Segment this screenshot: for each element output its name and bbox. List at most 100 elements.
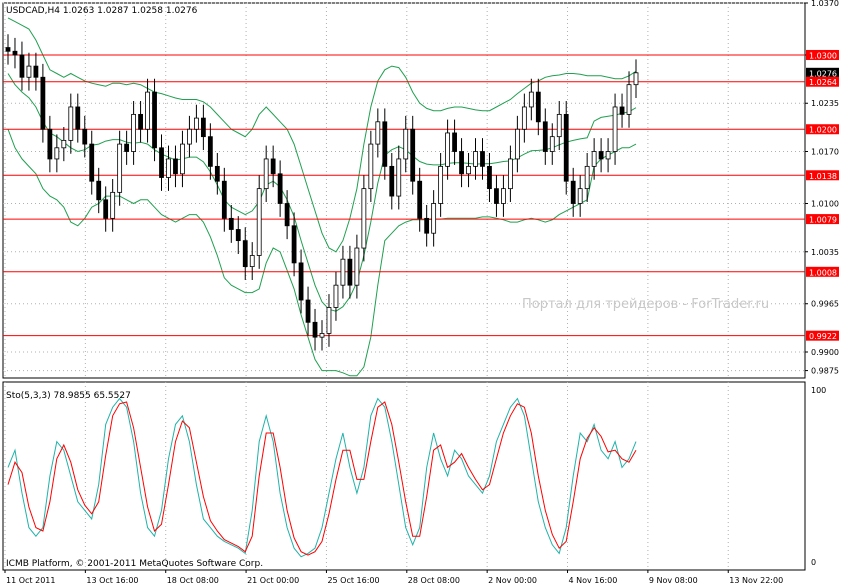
copyright: ICMB Platform, © 2001-2011 MetaQuotes So…	[6, 559, 263, 569]
candle-body	[235, 229, 241, 242]
candle-body	[577, 188, 583, 204]
candle-body	[138, 113, 143, 130]
candle-body	[249, 255, 255, 268]
price-tick-label: 1.0370	[811, 0, 839, 8]
candle-body	[535, 91, 541, 123]
candle-body	[180, 143, 185, 175]
candle-body	[131, 113, 137, 152]
candle-body	[452, 132, 457, 152]
price-tick-label: 0.9900	[811, 348, 839, 357]
stochastic-panel-frame	[2, 381, 806, 571]
candle-body	[487, 165, 492, 190]
candle-body	[187, 128, 192, 145]
time-tick-label: 9 Nov 08:00	[649, 576, 698, 585]
candle-body	[361, 188, 367, 249]
candle-body	[417, 180, 423, 219]
price-tick-label: 0.9875	[811, 367, 839, 376]
candle-body	[207, 136, 213, 167]
candle-body	[466, 165, 471, 175]
candle-body	[494, 188, 499, 204]
candle-body	[54, 147, 60, 160]
candle-body	[103, 199, 109, 219]
level-label: 0.9922	[809, 332, 837, 341]
candle-body	[333, 284, 339, 308]
stochastic-axis: 100 0	[811, 386, 826, 567]
candle-body	[256, 188, 262, 256]
candle-body	[298, 262, 304, 301]
candle-body	[473, 151, 478, 167]
candle-body	[403, 128, 409, 160]
price-panel-header: USDCAD,H4 1.0263 1.0287 1.0258 1.0276	[6, 6, 198, 16]
candle-body	[214, 165, 220, 182]
price-panel-frame	[2, 2, 806, 379]
candle-body	[5, 47, 11, 52]
candle-body	[542, 121, 548, 152]
candle-body	[291, 225, 297, 264]
candle-body	[340, 258, 346, 286]
candle-body	[375, 121, 381, 145]
candle-body	[145, 91, 150, 130]
candle-body	[173, 158, 178, 175]
candle-body	[263, 158, 269, 190]
candle-body	[605, 151, 611, 160]
candle-body	[312, 321, 318, 338]
candle-body	[33, 65, 39, 78]
candle-body	[326, 307, 332, 334]
candle-body	[354, 247, 360, 286]
candle-body	[626, 84, 632, 115]
level-labels: 1.0300 1.0264 1.0200 1.0138 1.0079 1.0008 0.99…	[806, 49, 839, 341]
time-tick-label: 13 Nov 22:00	[729, 576, 783, 585]
level-label: 1.0008	[809, 268, 837, 277]
time-tick-label: 4 Nov 16:00	[569, 576, 618, 585]
candle-body	[528, 91, 534, 108]
level-label: 1.0300	[809, 51, 837, 60]
candle-body	[124, 143, 130, 152]
candle-body	[480, 151, 485, 167]
watermark: Портал для трейдеров - ForTrader.ru	[522, 297, 769, 312]
candle-body	[221, 180, 227, 219]
candle-body	[82, 128, 88, 145]
candle-body	[75, 106, 81, 130]
candle-body	[459, 151, 464, 175]
price-tick-label: 1.0035	[811, 248, 839, 257]
candle-body	[521, 106, 527, 130]
candle-body	[570, 180, 576, 204]
level-label: 1.0079	[809, 216, 837, 225]
candle-body	[619, 106, 625, 115]
candle-body	[563, 113, 569, 182]
candle-body	[68, 106, 74, 141]
trading-chart[interactable]: USDCAD,H4 1.0263 1.0287 1.0258 1.0276 По…	[0, 0, 841, 588]
stochastic-tick-label: 100	[811, 386, 826, 395]
candle-body	[598, 151, 604, 160]
candle-body	[501, 188, 506, 204]
candle-body	[193, 117, 199, 130]
price-tick-label: 0.9965	[811, 300, 839, 309]
candle-body	[284, 203, 290, 227]
candle-body	[507, 158, 513, 190]
candle-body	[242, 240, 248, 268]
candle-body	[96, 180, 102, 201]
level-label: 1.0138	[809, 172, 837, 181]
candle-body	[117, 143, 123, 193]
time-tick-label: 25 Oct 16:00	[327, 576, 379, 585]
candle-body	[431, 203, 437, 234]
stochastic-panel-header: Sto(5,3,3) 78.9855 65.5527	[6, 391, 131, 401]
candle-body	[591, 151, 597, 167]
candle-body	[89, 143, 95, 182]
candle-body	[347, 258, 353, 286]
candle-body	[152, 91, 157, 149]
candle-body	[549, 136, 555, 152]
candle-body	[26, 65, 32, 78]
candle-body	[396, 158, 402, 197]
candle-body	[410, 128, 416, 182]
candle-body	[514, 128, 520, 160]
candle-body	[584, 165, 590, 190]
candle-body	[159, 147, 164, 178]
candle-body	[19, 54, 25, 78]
candle-body	[368, 143, 374, 190]
candle-body	[612, 106, 618, 152]
time-tick-label: 2 Nov 00:00	[488, 576, 537, 585]
candle-body	[40, 76, 46, 130]
candle-body	[61, 139, 67, 149]
price-tick-label: 1.0170	[811, 148, 839, 157]
